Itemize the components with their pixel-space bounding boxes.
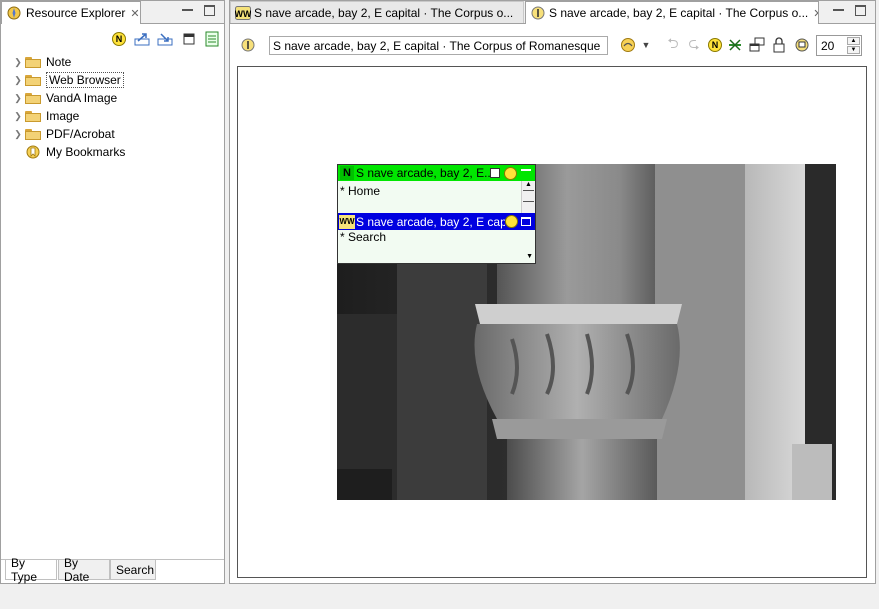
expand-arrow-icon[interactable]: ❯ bbox=[11, 57, 25, 68]
web-icon: WW bbox=[235, 5, 251, 21]
tab-browser-1[interactable]: WW S nave arcade, bay 2, E capital · The… bbox=[230, 1, 524, 23]
zoom-stepper[interactable]: ▲ ▼ bbox=[816, 35, 862, 56]
close-icon[interactable]: ✕ bbox=[130, 7, 139, 20]
folder-icon bbox=[25, 92, 41, 104]
notes-list-icon[interactable] bbox=[204, 31, 220, 47]
back-icon[interactable]: ⮌ bbox=[665, 35, 681, 53]
cascade-icon[interactable] bbox=[749, 37, 765, 53]
zoom-input[interactable] bbox=[817, 36, 847, 55]
tree-item-label: My Bookmarks bbox=[46, 145, 126, 159]
web-icon: WW bbox=[339, 214, 355, 229]
go-icon[interactable] bbox=[620, 37, 636, 53]
tab-by-date-label: By Date bbox=[64, 555, 90, 584]
go-icon[interactable] bbox=[505, 215, 518, 228]
mini-window-search-title: S nave arcade, bay 2, E cap... bbox=[356, 214, 505, 229]
minimize-icon[interactable] bbox=[182, 9, 193, 11]
robot-icon[interactable] bbox=[794, 37, 810, 53]
resource-explorer-icon bbox=[6, 5, 22, 21]
tab-by-date[interactable]: By Date bbox=[58, 556, 110, 584]
browser-toolbar: ▼ ⮌ ⮎ N ▲ ▼ bbox=[230, 24, 875, 65]
minimize-icon[interactable] bbox=[521, 169, 531, 171]
page-info-icon[interactable] bbox=[240, 37, 256, 53]
disconnect-icon[interactable] bbox=[727, 37, 743, 53]
dropdown-arrow-icon[interactable]: ▼ bbox=[638, 37, 654, 53]
scroll-thumb[interactable] bbox=[523, 190, 534, 202]
save-icon[interactable] bbox=[490, 168, 500, 178]
folder-icon bbox=[25, 128, 41, 140]
new-note-icon[interactable]: N bbox=[111, 31, 127, 47]
folder-icon bbox=[25, 74, 41, 86]
forward-icon[interactable]: ⮎ bbox=[686, 35, 702, 53]
folder-icon bbox=[25, 56, 41, 68]
tab-by-type[interactable]: By Type bbox=[5, 556, 57, 584]
mini-window-search[interactable]: WW S nave arcade, bay 2, E cap... * Sear… bbox=[337, 213, 536, 264]
expand-arrow-icon[interactable]: ❯ bbox=[11, 111, 25, 122]
mini-window-search-titlebar[interactable]: WW S nave arcade, bay 2, E cap... bbox=[338, 213, 535, 230]
tree-item-note[interactable]: ❯ Note bbox=[11, 53, 71, 71]
resource-explorer-panel: Resource Explorer ✕ N ❯ Note ❯ Web Brows… bbox=[0, 0, 225, 584]
bookmark-icon bbox=[25, 145, 41, 159]
tab-browser-1-title: S nave arcade, bay 2, E capital · The Co… bbox=[254, 5, 514, 20]
maximize-icon[interactable] bbox=[521, 217, 531, 226]
mini-window-home-title: S nave arcade, bay 2, E... bbox=[356, 166, 490, 180]
tree-item-label: Image bbox=[46, 109, 80, 123]
tab-resource-explorer-label: Resource Explorer bbox=[26, 6, 126, 20]
tab-resource-explorer[interactable]: Resource Explorer ✕ bbox=[1, 1, 141, 24]
expand-arrow-icon[interactable]: ❯ bbox=[11, 75, 25, 86]
tab-search-label: Search bbox=[116, 562, 155, 577]
expand-arrow-icon[interactable]: ❯ bbox=[11, 129, 25, 140]
go-icon[interactable] bbox=[504, 166, 517, 180]
tab-search[interactable]: Search bbox=[110, 560, 156, 580]
zoom-down-icon[interactable]: ▼ bbox=[847, 46, 860, 54]
tree-item-label: Web Browser bbox=[46, 72, 124, 88]
editor-tabstrip: WW S nave arcade, bay 2, E capital · The… bbox=[230, 1, 875, 24]
scroll-down-icon[interactable]: ▼ bbox=[526, 253, 533, 260]
tree-item-web-browser[interactable]: ❯ Web Browser bbox=[11, 71, 124, 89]
info-icon bbox=[530, 5, 546, 21]
tree-item-image[interactable]: ❯ Image bbox=[11, 107, 79, 125]
tree-item-label: VandA Image bbox=[46, 91, 118, 105]
import-icon[interactable] bbox=[157, 31, 173, 47]
close-icon[interactable]: ✕ bbox=[813, 7, 818, 20]
tab-by-type-label: By Type bbox=[11, 555, 38, 584]
view-menu-icon[interactable] bbox=[181, 31, 197, 47]
note-icon: N bbox=[340, 166, 354, 180]
tree-item-pdf-acrobat[interactable]: ❯ PDF/Acrobat bbox=[11, 125, 115, 143]
tab-browser-2-title: S nave arcade, bay 2, E capital · The Co… bbox=[549, 6, 809, 20]
expand-arrow-icon[interactable]: ❯ bbox=[11, 93, 25, 104]
note-icon[interactable]: N bbox=[707, 37, 723, 53]
tree-item-label: Note bbox=[46, 55, 72, 69]
folder-icon bbox=[25, 110, 41, 122]
maximize-icon[interactable] bbox=[855, 5, 866, 16]
tree-item-my-bookmarks[interactable]: My Bookmarks bbox=[11, 143, 125, 161]
tree-item-vanda-image[interactable]: ❯ VandA Image bbox=[11, 89, 117, 107]
resource-explorer-tabstrip: Resource Explorer ✕ bbox=[1, 1, 224, 24]
scroll-up-icon[interactable]: ▲ bbox=[522, 181, 535, 188]
tab-browser-2[interactable]: S nave arcade, bay 2, E capital · The Co… bbox=[525, 1, 819, 24]
mini-window-home-content: * Home bbox=[340, 184, 381, 198]
svg-text:WW: WW bbox=[235, 9, 251, 19]
minimize-icon[interactable] bbox=[833, 9, 844, 11]
mini-window-search-content: * Search bbox=[340, 230, 387, 244]
address-input[interactable] bbox=[269, 36, 608, 55]
mini-window-home-titlebar[interactable]: N S nave arcade, bay 2, E... bbox=[338, 165, 535, 181]
lock-icon[interactable] bbox=[771, 37, 787, 53]
export-icon[interactable] bbox=[134, 31, 150, 47]
maximize-icon[interactable] bbox=[204, 5, 215, 16]
zoom-up-icon[interactable]: ▲ bbox=[847, 37, 860, 45]
tree-item-label: PDF/Acrobat bbox=[46, 127, 115, 141]
